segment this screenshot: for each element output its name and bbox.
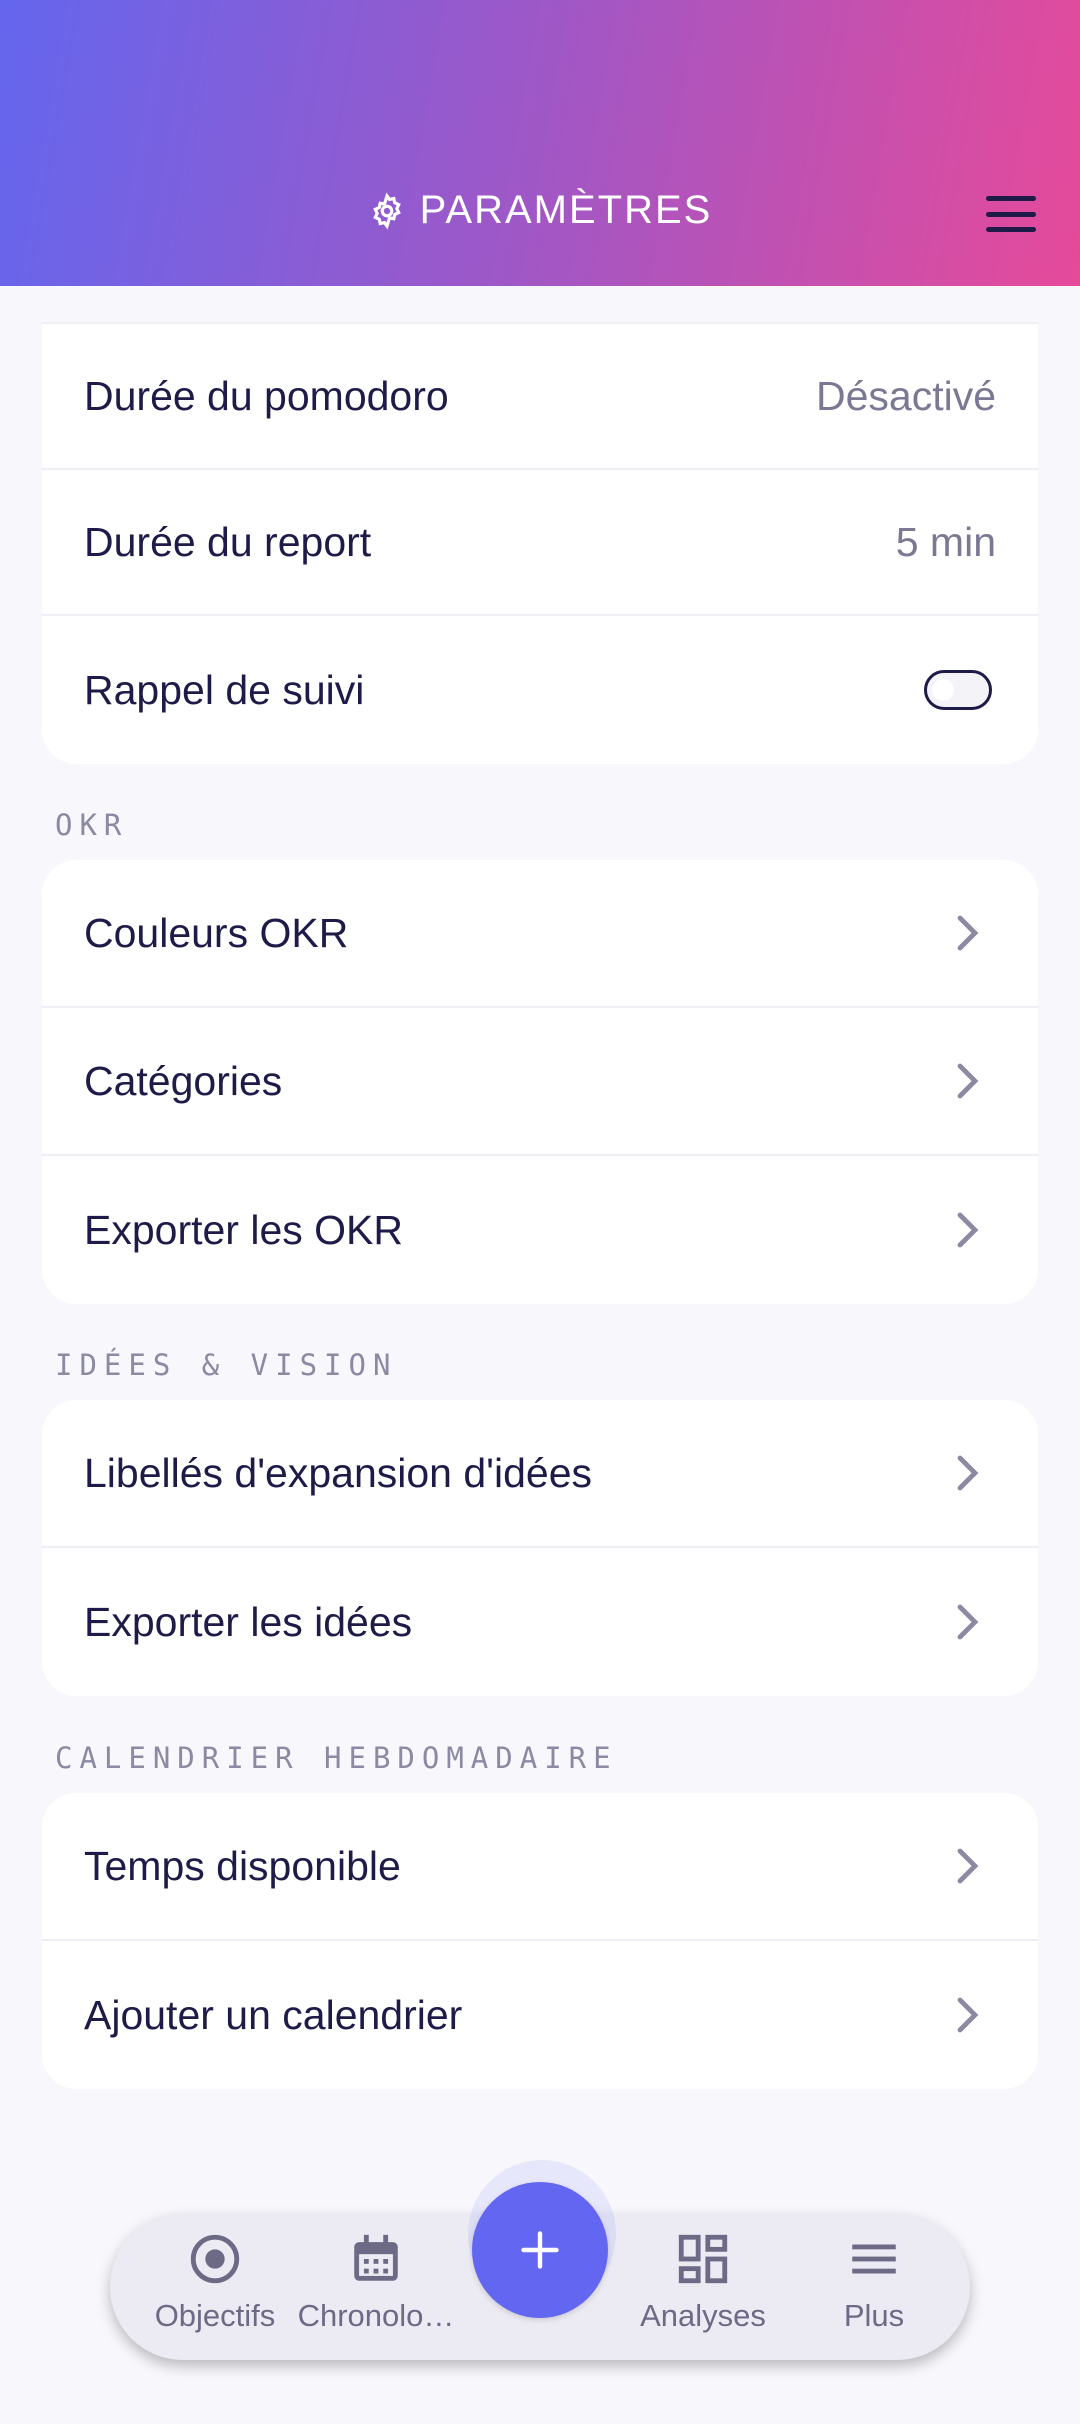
chevron-right-icon <box>957 915 979 951</box>
calendar-card: Temps disponible Ajouter un calendrier <box>42 1793 1038 2089</box>
chevron-right-icon <box>957 1848 979 1884</box>
chevron-right-icon <box>957 1455 979 1491</box>
section-title-okr: OKR <box>55 808 129 842</box>
idea-expansion-labels-row[interactable]: Libellés d'expansion d'idées <box>42 1400 1038 1548</box>
row-label: Ajouter un calendrier <box>84 1991 463 2038</box>
add-button[interactable] <box>472 2182 608 2318</box>
nav-item-timeline[interactable]: Chronolo… <box>296 2230 456 2334</box>
row-label: Durée du report <box>84 518 372 565</box>
section-title-ideas: IDÉES & VISION <box>55 1348 398 1382</box>
okr-colors-row[interactable]: Couleurs OKR <box>42 860 1038 1008</box>
export-ideas-row[interactable]: Exporter les idées <box>42 1548 1038 1696</box>
row-label: Exporter les OKR <box>84 1206 403 1253</box>
row-label: Temps disponible <box>84 1842 401 1889</box>
row-value: 5 min <box>895 518 996 565</box>
row-label: Catégories <box>84 1057 283 1104</box>
nav-label: Plus <box>843 2298 905 2333</box>
nav-label: Objectifs <box>154 2298 276 2333</box>
page-title-text: PARAMÈTRES <box>419 188 713 232</box>
row-label: Durée du pomodoro <box>84 372 449 419</box>
export-okr-row[interactable]: Exporter les OKR <box>42 1156 1038 1304</box>
page-title: PARAMÈTRES <box>0 188 1080 233</box>
follow-up-reminder-toggle[interactable] <box>924 670 992 710</box>
row-label: Libellés d'expansion d'idées <box>84 1449 593 1496</box>
ideas-card: Libellés d'expansion d'idées Exporter le… <box>42 1400 1038 1696</box>
section-title-calendar: CALENDRIER HEBDOMADAIRE <box>55 1741 618 1775</box>
row-value: Désactivé <box>815 372 996 419</box>
okr-card: Couleurs OKR Catégories Exporter les OKR <box>42 860 1038 1304</box>
add-calendar-row[interactable]: Ajouter un calendrier <box>42 1941 1038 2089</box>
pomodoro-duration-row[interactable]: Durée du pomodoro Désactivé <box>42 324 1038 470</box>
nav-label: Chronolo… <box>297 2298 455 2333</box>
gear-icon <box>372 191 401 230</box>
follow-up-reminder-row[interactable]: Rappel de suivi <box>42 616 1038 764</box>
dashboard-icon <box>678 2234 728 2284</box>
toggle-knob <box>932 679 954 701</box>
calendar-icon <box>354 2234 398 2281</box>
row-label: Exporter les idées <box>84 1598 413 1645</box>
snooze-duration-row[interactable]: Durée du report 5 min <box>42 470 1038 616</box>
nav-item-more[interactable]: Plus <box>794 2230 954 2334</box>
hamburger-menu-icon[interactable] <box>986 196 1036 232</box>
nav-item-objectives[interactable]: Objectifs <box>135 2230 295 2334</box>
nav-label: Analyses <box>640 2298 766 2333</box>
chevron-right-icon <box>957 1997 979 2033</box>
chevron-right-icon <box>957 1604 979 1640</box>
target-icon <box>190 2234 240 2284</box>
chevron-right-icon <box>957 1212 979 1248</box>
row-label: Rappel de suivi <box>84 666 365 713</box>
menu-icon <box>852 2244 896 2274</box>
categories-row[interactable]: Catégories <box>42 1008 1038 1156</box>
app-header: PARAMÈTRES <box>0 0 1080 286</box>
chevron-right-icon <box>957 1063 979 1099</box>
row-label: Couleurs OKR <box>84 909 349 956</box>
plus-icon <box>521 2231 559 2269</box>
available-time-row[interactable]: Temps disponible <box>42 1793 1038 1941</box>
general-settings-card: Durée du pomodoro Désactivé Durée du rep… <box>42 324 1038 764</box>
nav-item-analytics[interactable]: Analyses <box>623 2230 783 2334</box>
